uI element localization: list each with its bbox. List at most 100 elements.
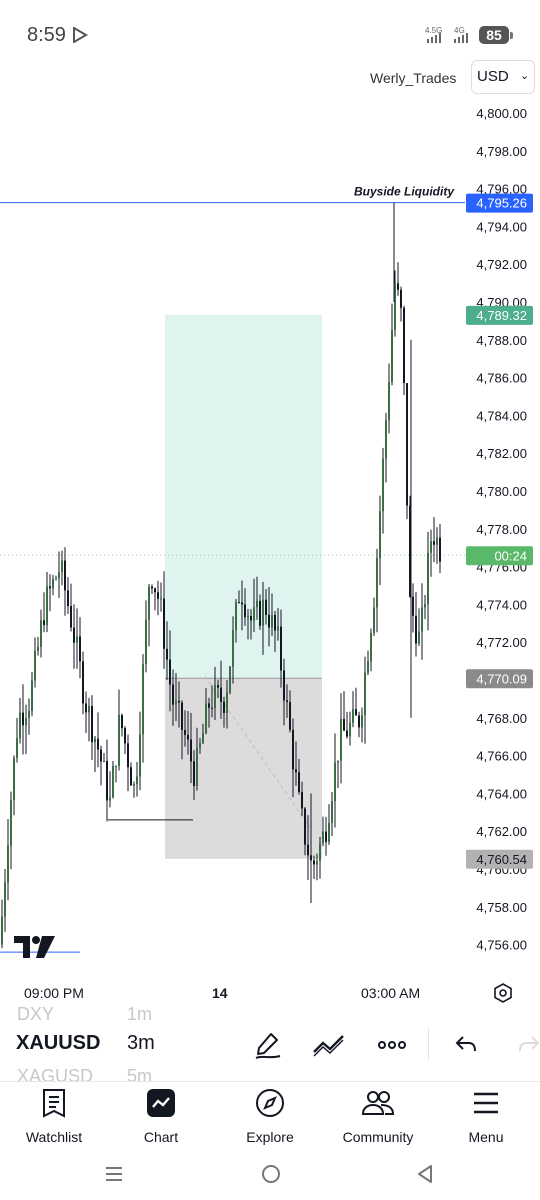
price-badge-label: 00:24: [494, 548, 527, 563]
symbol-selector[interactable]: XAUUSD: [16, 1032, 100, 1055]
price-axis-label: 4,772.00: [476, 635, 527, 650]
candle-body: [61, 560, 63, 573]
candle-body: [406, 383, 408, 506]
candle-body: [391, 329, 393, 383]
candle-body: [118, 715, 120, 767]
candle-body: [79, 636, 81, 662]
candle-body: [403, 307, 405, 384]
candle-body: [40, 620, 42, 647]
candle-body: [337, 760, 339, 763]
candle-body: [274, 614, 276, 631]
time-axis-label: 09:00 PM: [24, 985, 84, 1001]
price-axis-label: 4,788.00: [476, 333, 527, 348]
candle-body: [139, 734, 141, 777]
candle-body: [184, 730, 186, 735]
account-name[interactable]: Werly_Trades: [370, 70, 456, 86]
price-axis-label: 4,774.00: [476, 597, 527, 612]
time-axis-label: 03:00 AM: [361, 985, 421, 1001]
candle-body: [286, 700, 288, 702]
candle-body: [37, 646, 39, 651]
candle-body: [100, 749, 102, 762]
menu-icon: [474, 1092, 498, 1114]
network-4-5g-icon: 4.5G: [425, 25, 447, 50]
candle-body: [91, 705, 93, 743]
nav-menu[interactable]: Menu: [436, 1088, 536, 1145]
candle-body: [241, 602, 243, 605]
price-badge-label: 4,795.26: [476, 196, 527, 211]
candle-body: [328, 822, 330, 842]
candle-body: [97, 738, 99, 750]
candle-body: [325, 831, 327, 842]
trend-line-icon[interactable]: [312, 1030, 346, 1060]
network-4g-icon: 4G: [452, 25, 474, 50]
candle-body: [382, 458, 384, 512]
candle-body: [190, 739, 192, 762]
nav-chart[interactable]: Chart: [111, 1088, 211, 1145]
candle-body: [208, 703, 210, 708]
liquidity-annotation: Buyside Liquidity: [354, 185, 455, 199]
pen-drawing-icon[interactable]: [253, 1030, 283, 1060]
candle-body: [376, 558, 378, 608]
candle-body: [265, 599, 267, 615]
price-chart[interactable]: Buyside Liquidity4,800.004,798.004,796.0…: [0, 60, 540, 1010]
nav-watchlist[interactable]: Watchlist: [4, 1088, 104, 1145]
candle-body: [124, 728, 126, 744]
redo-icon[interactable]: [518, 1034, 540, 1054]
nav-label: Explore: [246, 1129, 294, 1145]
candle-body: [211, 707, 213, 709]
recent-apps-icon[interactable]: [105, 1165, 123, 1183]
candle-body: [43, 620, 45, 626]
candle-body: [28, 711, 30, 719]
candle-body: [121, 715, 123, 729]
candle-body: [217, 685, 219, 688]
candle-body: [397, 283, 399, 290]
play-store-icon: [73, 27, 88, 43]
battery-cap: [510, 32, 513, 39]
candle-body: [247, 615, 249, 618]
nav-label: Watchlist: [25, 1129, 83, 1145]
undo-icon[interactable]: [455, 1034, 477, 1054]
back-icon[interactable]: [416, 1164, 434, 1184]
candle-body: [94, 738, 96, 743]
price-axis-label: 4,784.00: [476, 408, 527, 423]
candle-body: [178, 700, 180, 703]
candle-body: [25, 718, 27, 726]
watchlist-icon: [43, 1089, 65, 1118]
candle-body: [52, 579, 54, 589]
candle-body: [160, 598, 162, 600]
candle-body: [73, 627, 75, 643]
nav-explore[interactable]: Explore: [220, 1088, 320, 1145]
candle-body: [157, 592, 159, 599]
chevron-down-icon: ⌄: [520, 70, 530, 82]
candle-body: [298, 772, 300, 793]
candle-body: [148, 586, 150, 620]
candle-body: [271, 614, 273, 628]
candle-body: [226, 692, 228, 714]
home-icon[interactable]: [261, 1164, 281, 1184]
candle-body: [196, 747, 198, 786]
candle-body: [412, 596, 414, 616]
settings-icon[interactable]: [493, 983, 513, 1003]
candle-body: [430, 541, 432, 553]
candle-body: [433, 541, 435, 545]
candle-body: [55, 578, 57, 580]
currency-select[interactable]: USD ⌄: [471, 60, 535, 94]
candle-body: [187, 734, 189, 740]
candle-body: [10, 800, 12, 846]
nav-community[interactable]: Community: [328, 1088, 428, 1145]
candle-body: [199, 743, 201, 748]
price-axis-label: 4,764.00: [476, 786, 527, 801]
chart-icon: [147, 1089, 175, 1117]
more-tools-icon[interactable]: [378, 1038, 406, 1052]
nav-label: Menu: [468, 1129, 504, 1145]
candle-body: [205, 703, 207, 734]
candle-body: [280, 626, 282, 671]
candle-body: [103, 761, 105, 763]
candle-body: [142, 664, 144, 735]
timeframe-selector[interactable]: 3m: [127, 1032, 155, 1055]
candle-body: [256, 600, 258, 608]
candle-body: [163, 598, 165, 649]
faded-timeframe: 1m: [127, 1004, 153, 1024]
candle-body: [259, 600, 261, 626]
price-axis-label: 4,792.00: [476, 257, 527, 272]
